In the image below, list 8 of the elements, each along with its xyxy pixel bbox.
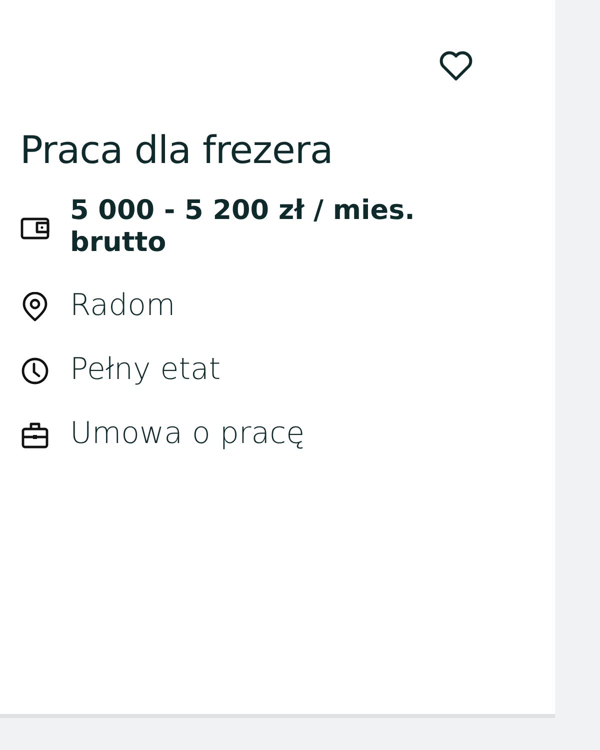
- job-title: Praca dla frezera: [20, 127, 334, 174]
- detail-text: Radom: [70, 288, 176, 324]
- clock-icon: [20, 356, 50, 386]
- location-pin-icon: [20, 292, 50, 322]
- detail-text: Pełny etat: [70, 352, 221, 388]
- salary-text: 5 000 - 5 200 zł / mies. brutto: [70, 195, 416, 260]
- detail-text: Umowa o pracę: [70, 416, 305, 452]
- favorite-heart-icon[interactable]: [438, 50, 474, 82]
